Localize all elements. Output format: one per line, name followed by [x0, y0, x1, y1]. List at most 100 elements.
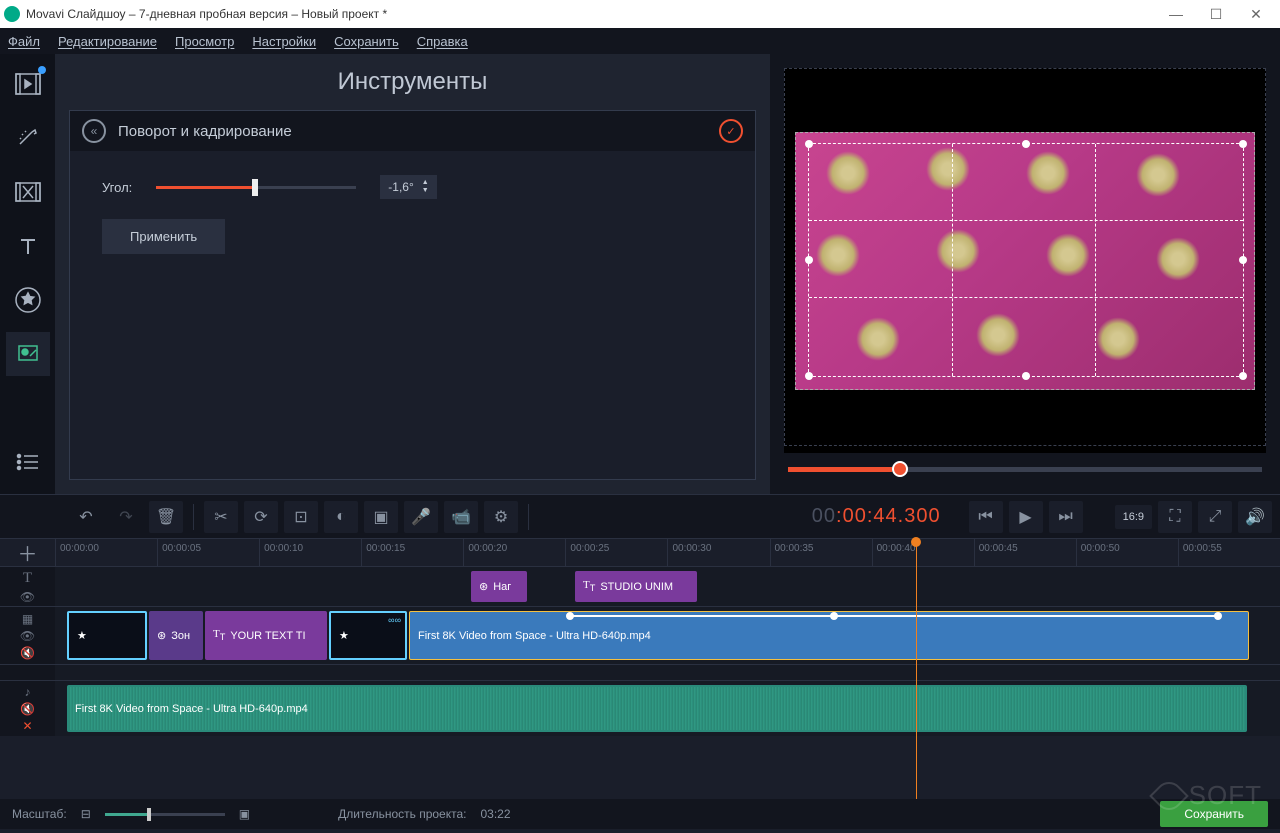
window-title: Movavi Слайдшоу – 7-дневная пробная верс… [26, 7, 1156, 21]
rail-titles-button[interactable] [6, 224, 50, 268]
track-head-video[interactable]: ▦ 👁 🔇 [0, 607, 55, 664]
prev-button[interactable]: ⏮ [969, 501, 1003, 533]
redo-button[interactable]: ↷ [109, 501, 143, 533]
crop-button[interactable]: ⊡ [284, 501, 318, 533]
tools-panel: Инструменты « Поворот и кадрирование ✓ У… [55, 54, 770, 494]
text-icon: TT [213, 628, 225, 642]
unlink-icon[interactable]: ✕ [22, 719, 32, 733]
crop-handle-tr[interactable] [1239, 140, 1247, 148]
playhead[interactable] [916, 539, 917, 799]
close-button[interactable]: ✕ [1236, 0, 1276, 28]
text-icon: TT [583, 579, 595, 593]
crop-handle-t[interactable] [1022, 140, 1030, 148]
crop-handle-b[interactable] [1022, 372, 1030, 380]
ruler-tick: 00:00:30 [667, 539, 769, 566]
music-icon: ♪ [25, 685, 31, 699]
video-clip-thumb[interactable]: ★ ∞∞ [329, 611, 407, 660]
rail-filters-button[interactable] [6, 116, 50, 160]
angle-stepper[interactable]: ▲▼ [422, 179, 429, 195]
keyframe[interactable] [1212, 611, 1223, 622]
timeline-ruler[interactable]: ＋ 00:00:00 00:00:05 00:00:10 00:00:15 00… [0, 538, 1280, 566]
confirm-button[interactable]: ✓ [719, 119, 743, 143]
duration-label: Длительность проекта: [338, 807, 466, 821]
back-button[interactable]: « [82, 119, 106, 143]
preview-image[interactable] [795, 132, 1255, 390]
minimize-button[interactable]: — [1156, 0, 1196, 28]
window-titlebar: Movavi Слайдшоу – 7-дневная пробная верс… [0, 0, 1280, 28]
rotate-button[interactable]: ⟳ [244, 501, 278, 533]
ruler-tick: 00:00:00 [55, 539, 157, 566]
ruler-tick: 00:00:50 [1076, 539, 1178, 566]
star-icon: ⊛ [157, 629, 166, 642]
delete-button[interactable]: 🗑 [149, 501, 183, 533]
rail-callouts-button[interactable] [6, 332, 50, 376]
star-icon: ★ [77, 629, 87, 642]
transition-button[interactable]: ▣ [364, 501, 398, 533]
ruler-tick: 00:00:25 [565, 539, 667, 566]
angle-value: -1,6° [388, 180, 413, 194]
playback-slider[interactable] [788, 467, 1262, 472]
crop-handle-r[interactable] [1239, 256, 1247, 264]
tools-title: Инструменты [69, 68, 756, 96]
mute-icon[interactable]: 🔇 [20, 646, 35, 660]
title-clip-1[interactable]: ⊛ Наг [471, 571, 527, 602]
next-button[interactable]: ⏭ [1049, 501, 1083, 533]
crop-overlay[interactable] [808, 143, 1244, 377]
mic-button[interactable]: 🎤 [404, 501, 438, 533]
apply-button[interactable]: Применить [102, 219, 225, 254]
visibility-icon[interactable]: 👁 [20, 590, 35, 604]
menu-edit[interactable]: Редактирование [58, 34, 157, 49]
keyframe[interactable] [828, 611, 839, 622]
title-clip-2[interactable]: TT STUDIO UNIM [575, 571, 697, 602]
video-clip-text[interactable]: TT YOUR TEXT TI [205, 611, 327, 660]
cut-button[interactable]: ✂ [204, 501, 238, 533]
track-head-audio[interactable]: ♪ 🔇 ✕ [0, 681, 55, 736]
zoom-in-icon[interactable]: ▣ [239, 807, 250, 821]
ruler-tick: 00:00:15 [361, 539, 463, 566]
menu-save[interactable]: Сохранить [334, 34, 399, 49]
left-rail [0, 54, 55, 494]
rail-transitions-button[interactable] [6, 170, 50, 214]
rail-more-button[interactable] [6, 440, 50, 484]
track-head-titles[interactable]: T 👁 [0, 567, 55, 606]
crop-handle-tl[interactable] [805, 140, 813, 148]
menu-view[interactable]: Просмотр [175, 34, 234, 49]
fullscreen-button[interactable]: ⤢ [1198, 501, 1232, 533]
clip-label: First 8K Video from Space - Ultra HD-640… [418, 630, 651, 642]
zoom-out-icon[interactable]: ⊟ [81, 807, 91, 821]
camera-button[interactable]: 📹 [444, 501, 478, 533]
fit-button[interactable]: ⛶ [1158, 501, 1192, 533]
keyframe[interactable] [564, 611, 575, 622]
angle-label: Угол: [102, 180, 132, 195]
video-clip-main[interactable]: First 8K Video from Space - Ultra HD-640… [409, 611, 1249, 660]
rail-stickers-button[interactable] [6, 278, 50, 322]
ruler-tick: 00:00:20 [463, 539, 565, 566]
video-clip-intro[interactable]: ★ [67, 611, 147, 660]
crop-handle-l[interactable] [805, 256, 813, 264]
visibility-icon[interactable]: 👁 [20, 629, 35, 643]
aspect-ratio-chip[interactable]: 16:9 [1115, 505, 1152, 529]
undo-button[interactable]: ↶ [69, 501, 103, 533]
maximize-button[interactable]: ☐ [1196, 0, 1236, 28]
props-button[interactable]: ⚙ [484, 501, 518, 533]
zoom-slider[interactable] [105, 813, 225, 816]
video-clip-zone[interactable]: ⊛ Зон [149, 611, 203, 660]
add-track-button[interactable]: ＋ [0, 539, 55, 566]
rail-media-button[interactable] [6, 62, 50, 106]
crop-handle-bl[interactable] [805, 372, 813, 380]
ruler-tick: 00:00:45 [974, 539, 1076, 566]
volume-button[interactable]: 🔊 [1238, 501, 1272, 533]
menu-help[interactable]: Справка [417, 34, 468, 49]
audio-clip-main[interactable]: First 8K Video from Space - Ultra HD-640… [67, 685, 1247, 732]
angle-slider[interactable] [156, 186, 356, 189]
preview-canvas[interactable] [784, 68, 1266, 453]
zoom-label: Масштаб: [12, 807, 67, 821]
crop-handle-br[interactable] [1239, 372, 1247, 380]
angle-input[interactable]: -1,6° ▲▼ [380, 175, 436, 199]
color-button[interactable]: ◐ [324, 501, 358, 533]
play-button[interactable]: ▶ [1009, 501, 1043, 533]
menu-settings[interactable]: Настройки [252, 34, 316, 49]
film-icon: ▦ [22, 612, 33, 626]
mute-icon[interactable]: 🔇 [20, 702, 35, 716]
menu-file[interactable]: Файл [8, 34, 40, 49]
